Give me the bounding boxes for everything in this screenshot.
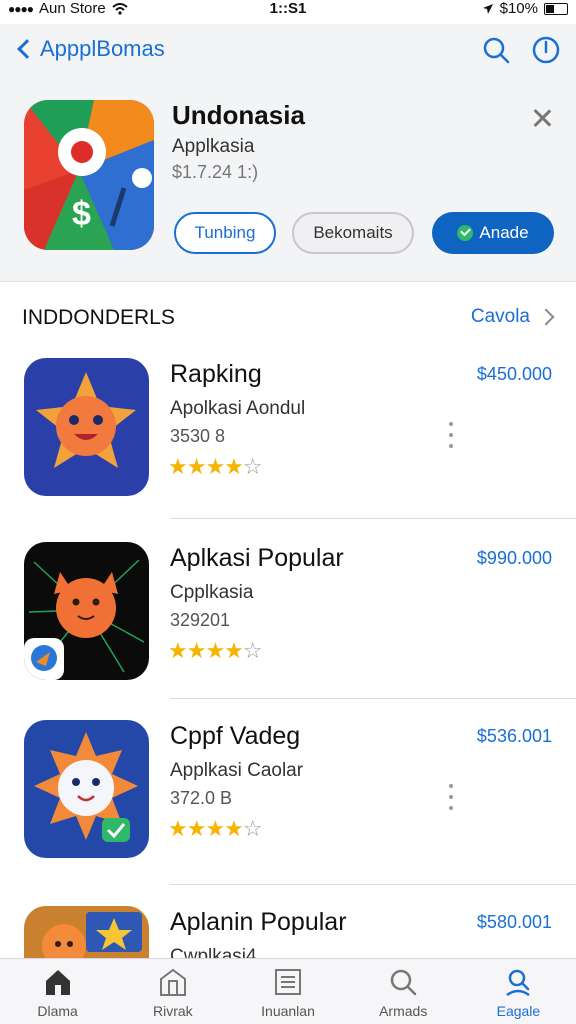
app-list-item[interactable]: Rapking Apolkasi Aondul 3530 8 ★★★★☆ $45… — [0, 358, 576, 538]
featured-app-title: Undonasia — [172, 100, 305, 130]
status-right: $10% — [482, 0, 568, 17]
app-size: 3530 8 — [170, 426, 226, 446]
app-price: $990.000 — [476, 548, 552, 568]
featured-app-card[interactable]: $ Undonasia Applkasia $1.7.24 1:) Tunbin… — [0, 80, 576, 282]
app-category: Cpplkasia — [170, 582, 254, 603]
app-list-item[interactable]: Cppf Vadeg Applkasi Caolar 372.0 B ★★★★☆… — [0, 720, 576, 900]
tab-profile-search[interactable]: Eagale — [461, 959, 576, 1024]
rating-stars: ★★★★☆ — [168, 638, 263, 663]
profile-search-icon — [506, 969, 531, 997]
app-category: Applkasi Caolar — [170, 760, 304, 781]
app-icon[interactable] — [24, 358, 149, 496]
app-name: Cppf Vadeg — [170, 722, 301, 750]
nav-actions — [482, 36, 560, 64]
featured-app-price: $1.7.24 1:) — [172, 162, 259, 182]
featured-app-icon[interactable]: $ — [24, 100, 154, 250]
battery-percent: $10% — [499, 0, 538, 17]
check-icon — [457, 225, 474, 241]
tab-bar: Dlama Rivrak Inuanlan Armads Eagale — [0, 958, 576, 1024]
featured-app-category: Applkasia — [172, 136, 255, 157]
install-button[interactable]: Anade — [432, 212, 554, 254]
library-icon — [159, 968, 186, 996]
chevron-right-icon — [537, 308, 555, 326]
app-category: Apolkasi Aondul — [170, 398, 306, 419]
rating-stars: ★★★★☆ — [168, 816, 263, 841]
see-all-link[interactable]: Cavola — [470, 306, 555, 328]
tab-home[interactable]: Dlama — [0, 959, 115, 1024]
app-list-item[interactable]: Aplkasi Popular Cpplkasia 329201 ★★★★☆ $… — [0, 542, 576, 722]
app-name: Aplkasi Popular — [170, 544, 344, 572]
status-bar: ●●●● Aun Store 1::S1 $10% — [0, 0, 576, 18]
tab-label: Rivrak — [152, 1003, 193, 1019]
trending-button[interactable]: Tunbing — [174, 212, 276, 254]
app-price: $450.000 — [476, 364, 552, 384]
search-icon — [390, 969, 417, 996]
row-divider — [170, 698, 576, 699]
back-button[interactable]: AppplBomas — [16, 36, 165, 62]
tab-label: Eagale — [496, 1003, 541, 1019]
app-icon[interactable] — [24, 906, 149, 958]
tab-library[interactable]: Rivrak — [115, 959, 230, 1024]
nav-bar: AppplBomas — [0, 24, 576, 80]
app-icon[interactable] — [24, 542, 149, 680]
see-all-label: Cavola — [470, 306, 530, 327]
tab-label: Armads — [379, 1003, 428, 1019]
app-name: Rapking — [170, 360, 262, 388]
location-icon — [482, 3, 493, 14]
tab-label: Dlama — [37, 1003, 78, 1019]
install-button-label: Anade — [479, 223, 529, 242]
tab-list[interactable]: Inuanlan — [230, 959, 345, 1024]
row-divider — [170, 884, 576, 885]
close-icon[interactable] — [532, 108, 552, 128]
app-price: $536.001 — [476, 726, 552, 746]
app-price: $580.001 — [476, 912, 552, 932]
tab-search[interactable]: Armads — [346, 959, 461, 1024]
back-label: AppplBomas — [40, 36, 165, 61]
app-icon[interactable] — [24, 720, 149, 858]
section-title: INDDONDERLS — [22, 306, 175, 329]
tab-label: Inuanlan — [261, 1003, 315, 1019]
power-icon[interactable] — [532, 36, 560, 64]
more-options-icon[interactable] — [448, 784, 454, 810]
chevron-left-icon — [17, 39, 37, 59]
bookmarks-button[interactable]: Bekomaits — [292, 212, 414, 254]
battery-icon — [544, 2, 568, 15]
row-divider — [170, 518, 576, 519]
svg-text:$: $ — [72, 195, 91, 233]
app-list-item[interactable]: Aplanin Popular Cwplkasi4 $580.001 — [0, 906, 576, 958]
app-name: Aplanin Popular — [170, 908, 347, 936]
more-options-icon[interactable] — [448, 422, 454, 448]
list-icon — [275, 969, 301, 995]
app-category: Cwplkasi4 — [170, 946, 257, 958]
search-icon[interactable] — [482, 36, 510, 64]
home-icon — [45, 970, 70, 995]
rating-stars: ★★★★☆ — [168, 454, 263, 479]
app-size: 329201 — [170, 610, 231, 630]
app-size: 372.0 B — [170, 788, 233, 808]
